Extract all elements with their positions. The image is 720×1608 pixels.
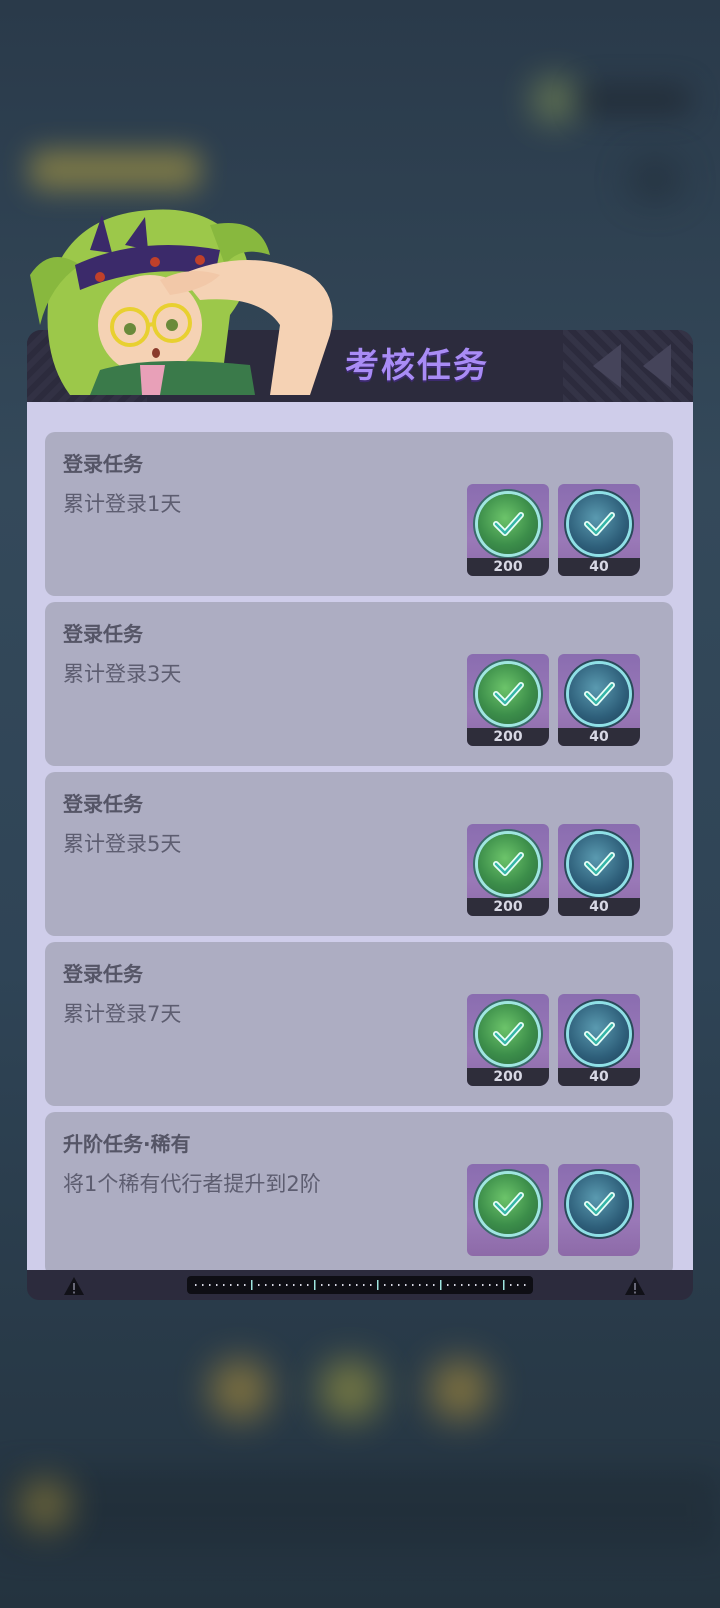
blue-check-badge-icon xyxy=(569,494,629,554)
blue-check-badge-icon xyxy=(569,1004,629,1064)
reward-count: 40 xyxy=(558,1068,640,1086)
task-card[interactable]: 登录任务累计登录1天 200 40 xyxy=(45,432,673,596)
green-check-coin-icon xyxy=(478,1174,538,1234)
reward-item[interactable]: 200 xyxy=(467,824,549,916)
reward-item[interactable]: 200 xyxy=(467,654,549,746)
dialog-title: 考核任务 xyxy=(345,346,489,386)
dialog-footer xyxy=(27,1270,693,1300)
character-illustration xyxy=(30,205,350,395)
reward-item[interactable]: 40 xyxy=(558,824,640,916)
blue-check-badge-icon xyxy=(569,834,629,894)
reward-item[interactable] xyxy=(467,1164,549,1256)
task-description: 累计登录7天 xyxy=(63,1002,182,1026)
task-list[interactable]: 登录任务 累计登录1天 200 40 登录任务 累计登录3天 200 40 登录任务 累计登录5天… xyxy=(27,402,693,1270)
task-description: 累计登录3天 xyxy=(63,662,182,686)
ticker-bar xyxy=(187,1276,533,1294)
blue-check-badge-icon xyxy=(569,1174,629,1234)
reward-count: 40 xyxy=(558,898,640,916)
warning-icon xyxy=(624,1276,646,1296)
reward-item[interactable]: 40 xyxy=(558,654,640,746)
green-check-coin-icon xyxy=(478,834,538,894)
reward-item[interactable]: 200 xyxy=(467,994,549,1086)
task-card[interactable]: 登录任务累计登录3天 200 40 xyxy=(45,602,673,766)
green-check-coin-icon xyxy=(478,664,538,724)
task-description: 累计登录5天 xyxy=(63,832,182,856)
warning-icon xyxy=(63,1276,85,1296)
reward-count: 200 xyxy=(467,558,549,576)
task-title: 登录任务 xyxy=(63,452,143,476)
green-check-coin-icon xyxy=(478,494,538,554)
chevron-left-icon xyxy=(643,344,671,388)
task-title: 登录任务 xyxy=(63,622,143,646)
green-check-coin-icon xyxy=(478,1004,538,1064)
reward-count: 40 xyxy=(558,558,640,576)
task-title: 升阶任务·稀有 xyxy=(63,1132,191,1156)
task-card[interactable]: 升阶任务·稀有将1个稀有代行者提升到2阶 xyxy=(45,1112,673,1270)
reward-count: 200 xyxy=(467,898,549,916)
task-title: 登录任务 xyxy=(63,962,143,986)
reward-count: 200 xyxy=(467,1068,549,1086)
blue-check-badge-icon xyxy=(569,664,629,724)
reward-count: 200 xyxy=(467,728,549,746)
reward-item[interactable]: 200 xyxy=(467,484,549,576)
task-title: 登录任务 xyxy=(63,792,143,816)
task-description: 累计登录1天 xyxy=(63,492,182,516)
header-stripe-decoration xyxy=(563,330,693,402)
reward-item[interactable]: 40 xyxy=(558,484,640,576)
chevron-left-icon xyxy=(593,344,621,388)
reward-item[interactable] xyxy=(558,1164,640,1256)
task-card[interactable]: 登录任务累计登录7天 200 40 xyxy=(45,942,673,1106)
reward-count: 40 xyxy=(558,728,640,746)
task-description: 将1个稀有代行者提升到2阶 xyxy=(63,1172,321,1196)
task-dialog: 考核任务 登录任务 累计登录1天 200 40 登录任务 累计登录3天 200 40 登录任务累… xyxy=(27,330,693,1300)
task-card[interactable]: 登录任务累计登录5天 200 40 xyxy=(45,772,673,936)
reward-item[interactable]: 40 xyxy=(558,994,640,1086)
